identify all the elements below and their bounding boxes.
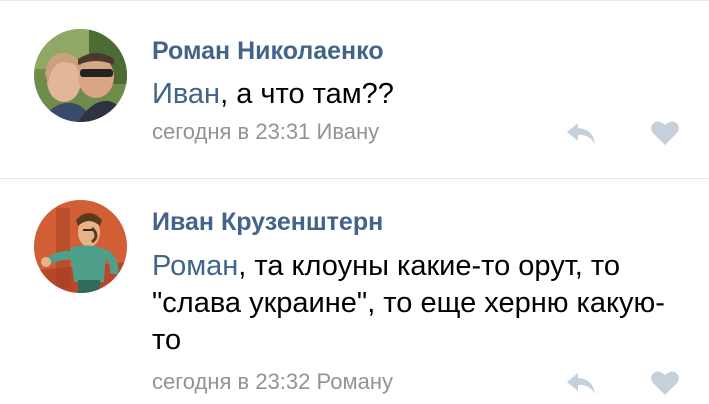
reply-button[interactable] <box>565 119 597 147</box>
comment-meta: сегодня в 23:32 Роману <box>152 369 393 395</box>
comment-author[interactable]: Роман Николаенко <box>152 36 384 66</box>
comment-item: Роман Николаенко Иван, а что там?? сегод… <box>0 0 709 178</box>
like-button[interactable] <box>650 369 680 397</box>
comment-text: Роман, та клоуны какие-то орут, то "слав… <box>152 248 672 359</box>
heart-icon <box>651 121 679 145</box>
author-avatar[interactable] <box>34 29 127 122</box>
mention-link[interactable]: Иван <box>152 78 220 110</box>
like-button[interactable] <box>650 119 680 147</box>
comment-text: Иван, а что там?? <box>152 76 672 113</box>
author-avatar[interactable] <box>34 200 127 293</box>
comment-time[interactable]: сегодня в 23:31 <box>152 119 310 144</box>
reply-to-label[interactable]: Ивану <box>317 119 380 144</box>
comment-body: , а что там?? <box>220 78 394 110</box>
comment-meta: сегодня в 23:31 Ивану <box>152 119 379 145</box>
couple-photo-avatar <box>34 29 127 122</box>
heart-icon <box>651 371 679 395</box>
reply-to-label[interactable]: Роману <box>317 369 393 394</box>
reply-arrow-icon <box>567 123 595 144</box>
mention-link[interactable]: Роман <box>152 250 238 282</box>
reply-button[interactable] <box>565 369 597 397</box>
comment-item: Иван Крузенштерн Роман, та клоуны какие-… <box>0 179 709 404</box>
comment-time[interactable]: сегодня в 23:32 <box>152 369 310 394</box>
reply-arrow-icon <box>567 373 595 394</box>
comment-author[interactable]: Иван Крузенштерн <box>152 207 383 237</box>
cartoon-character-avatar <box>34 200 127 293</box>
